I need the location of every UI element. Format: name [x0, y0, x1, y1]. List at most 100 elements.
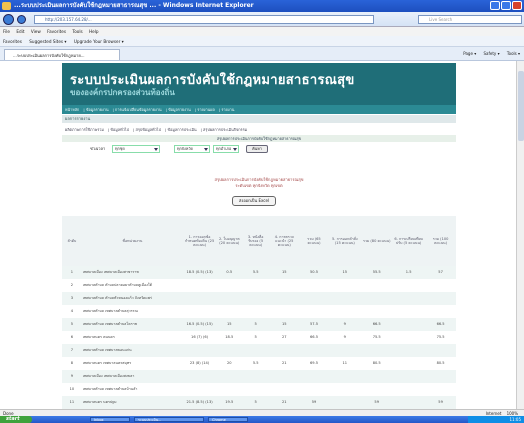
nav-change-request[interactable]: การแจ้งเปลี่ยนข้อมูลรายงาน: [115, 107, 162, 112]
table-cell: 5: [62, 318, 82, 331]
status-bar: Done Internet 100%: [0, 409, 524, 416]
menu-file[interactable]: File: [3, 29, 10, 34]
subnav-evaluation[interactable]: ข้อมูลการประเมิน: [167, 127, 196, 132]
table-cell: [268, 383, 300, 396]
table-row: 1 เทศบาลเมือง เทศบาลเมืองสาขาราช 18.5 (0.5…: [62, 266, 456, 279]
nav-reports[interactable]: รายงาน: [221, 107, 234, 112]
table-cell: 66.5: [299, 331, 329, 344]
col-header: 5. การออกคำสั่ง (15 คะแนน): [328, 216, 362, 266]
suggested-sites-link[interactable]: Suggested Sites ▾: [29, 39, 66, 44]
menu-bar: File Edit View Favorites Tools Help: [0, 27, 524, 36]
tools-menu[interactable]: Tools ▾: [507, 51, 520, 56]
favorites-button[interactable]: Favorites: [3, 39, 22, 44]
table-cell: 5: [242, 318, 269, 331]
browser-tab[interactable]: ...ระบบประเมินผลการบังคับใช้กฎหมาย...: [4, 49, 120, 60]
table-row: 11 เทศบาลนคร นครปฐม 21.5 (8.5) (13) 19.5 5 21…: [62, 396, 456, 409]
nav-home[interactable]: หน้าหลัก: [65, 107, 79, 112]
org-name-cell[interactable]: เทศบาลตำบล ตำบลปลาคอยาตำบลคูเมืองใต้: [81, 279, 184, 292]
back-button[interactable]: [3, 14, 14, 25]
taskbar-item[interactable]: Inbox: [90, 417, 130, 422]
menu-favorites[interactable]: Favorites: [47, 29, 66, 34]
table-cell: [268, 292, 300, 305]
org-name-cell[interactable]: เทศบาลตำบล เทศบาลตำบลบ้านลำ: [81, 383, 184, 396]
org-name-cell[interactable]: เทศบาลตำบล เทศบาลตำบลสุวรรณ: [81, 305, 184, 318]
forward-button[interactable]: [17, 15, 26, 24]
table-cell: [183, 370, 217, 383]
table-cell: 1: [62, 266, 82, 279]
search-button[interactable]: ค้นหา: [246, 145, 268, 153]
org-name-cell[interactable]: เทศบาลตำบล เทศบาลขอนแก่น: [81, 344, 184, 357]
org-name-cell[interactable]: เทศบาลนคร นครปฐม: [81, 396, 184, 409]
close-button[interactable]: [512, 1, 522, 10]
col-header: 6. การเปรียบเทียบปรับ (5 คะแนน): [392, 216, 426, 266]
col-header: 1. การออกข้อกำหนดท้องถิ่น (25 คะแนน): [183, 216, 217, 266]
table-cell: 5: [242, 396, 269, 409]
table-cell: [328, 370, 362, 383]
table-row: 6 เทศบาลนคร คนนคร 16 (7) (6) 18.5 5 27 66.5 9 75…: [62, 331, 456, 344]
table-cell: 59: [425, 396, 456, 409]
export-excel-button[interactable]: ส่งออกเป็น Excel: [232, 196, 276, 206]
table-cell: [216, 344, 243, 357]
table-cell: 21.5 (8.5) (13): [183, 396, 217, 409]
page-menu[interactable]: Page ▾: [463, 51, 476, 56]
table-cell: [328, 383, 362, 396]
nav-results[interactable]: รายงานผล: [197, 107, 215, 112]
menu-tools[interactable]: Tools: [72, 29, 82, 34]
table-cell: 50.5: [299, 266, 329, 279]
maximize-button[interactable]: [501, 1, 511, 10]
table-cell: 5.5: [242, 357, 269, 370]
table-cell: 0.5: [216, 266, 243, 279]
vertical-scrollbar[interactable]: [516, 61, 524, 409]
org-name-cell[interactable]: เทศบาลเมือง เทศบาลเมืองสงขลา: [81, 370, 184, 383]
period-select[interactable]: ทุกชุด: [112, 145, 160, 153]
safety-menu[interactable]: Safety ▾: [484, 51, 500, 56]
scrollbar-thumb[interactable]: [518, 71, 524, 141]
upgrade-browser-link[interactable]: Upgrade Your Browser ▾: [74, 39, 124, 44]
nav-report-data[interactable]: ข้อมูลรายงาน: [168, 107, 191, 112]
site-banner: ระบบประเมินผลการบังคับใช้กฎหมายสาธารณสุข…: [62, 63, 456, 105]
table-cell: 4: [62, 305, 82, 318]
menu-view[interactable]: View: [31, 29, 41, 34]
section-heading: ผลการรายงาน: [62, 115, 456, 123]
district-select[interactable]: ทุกอำเภอ: [213, 145, 239, 153]
search-input[interactable]: Live Search: [418, 15, 522, 24]
table-cell: [299, 279, 329, 292]
table-cell: 11: [62, 396, 82, 409]
table-cell: 16.5 (0.5) (15): [183, 318, 217, 331]
window-titlebar: ...ระบบประเมินผลการบังคับใช้กฎหมายสาธารณ…: [0, 0, 524, 12]
table-cell: 7: [62, 344, 82, 357]
org-name-cell[interactable]: เทศบาลนคร เทศบาลนครสมุทร: [81, 357, 184, 370]
table-cell: 18.5 (0.5) (13): [183, 266, 217, 279]
minimize-button[interactable]: [490, 1, 500, 10]
url-field[interactable]: http://203.157.64.28/...: [34, 15, 374, 24]
table-cell: [392, 279, 426, 292]
start-button[interactable]: start: [0, 416, 32, 423]
taskbar-item[interactable]: Chrome: [208, 417, 248, 422]
org-name-cell[interactable]: เทศบาลตำบล เทศบาลตำบลโคราช: [81, 318, 184, 331]
table-cell: 23 (8) (14): [183, 357, 217, 370]
table-cell: [425, 383, 456, 396]
table-body: 1 เทศบาลเมือง เทศบาลเมืองสาขาราช 18.5 (0.5…: [62, 266, 456, 409]
table-cell: 80.5: [425, 357, 456, 370]
table-cell: [361, 370, 393, 383]
table-cell: 21: [268, 357, 300, 370]
subnav-general-summary[interactable]: สรุปข้อมูลทั่วไป: [136, 127, 161, 132]
favorites-bar: Favorites Suggested Sites ▾ Upgrade Your…: [0, 36, 524, 47]
subnav-general[interactable]: ข้อมูลทั่วไป: [110, 127, 129, 132]
province-select[interactable]: ทุกจังหวัด: [174, 145, 210, 153]
menu-edit[interactable]: Edit: [16, 29, 24, 34]
org-name-cell[interactable]: เทศบาลตำบล ตำบลหัวหนองแก้ว จังหวัดแพร่: [81, 292, 184, 305]
table-cell: [216, 305, 243, 318]
subnav-overview[interactable]: ผลิตภาพการใช้ภาพรวม: [65, 127, 104, 132]
subnav-activity-summary[interactable]: สรุปผลการประเมินกิจกรรม: [203, 127, 247, 132]
table-cell: [299, 292, 329, 305]
table-cell: [361, 344, 393, 357]
nav-data[interactable]: ข้อมูลรายงาน: [86, 107, 109, 112]
org-name-cell[interactable]: เทศบาลเมือง เทศบาลเมืองสาขาราช: [81, 266, 184, 279]
org-name-cell[interactable]: เทศบาลนคร คนนคร: [81, 331, 184, 344]
menu-help[interactable]: Help: [89, 29, 99, 34]
table-cell: [392, 292, 426, 305]
col-header: รวม (100 คะแนน): [425, 216, 456, 266]
system-tray: 11:05: [468, 416, 524, 423]
taskbar-item[interactable]: ระบบประเมิน...: [134, 417, 204, 422]
